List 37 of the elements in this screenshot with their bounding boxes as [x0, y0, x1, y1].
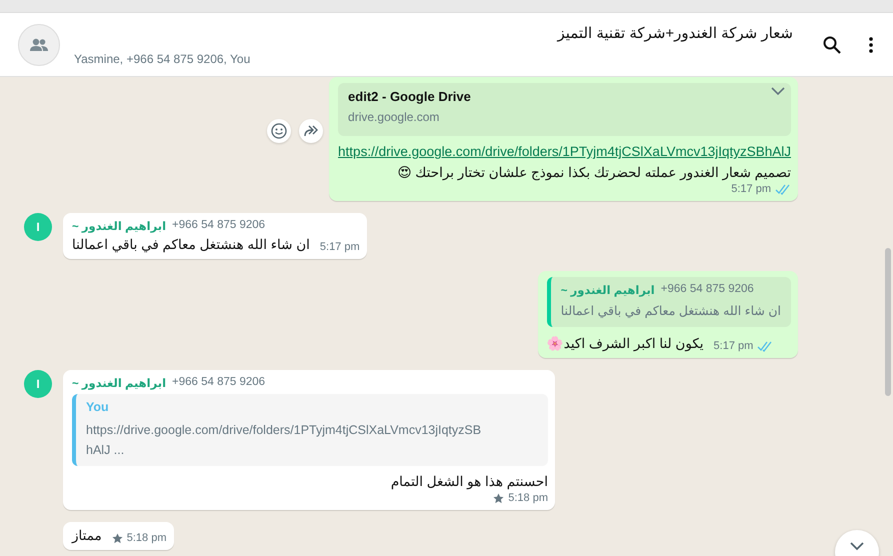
message-text: ان شاء الله هنشتغل معاكم في باقي اعمالنا [72, 237, 310, 253]
quote-author: You [86, 400, 110, 414]
group-avatar[interactable] [18, 24, 60, 66]
group-icon [29, 38, 49, 52]
message-text: ممتاز [72, 528, 102, 544]
message-time: 5:17 pm [714, 340, 754, 352]
message-time: 5:17 pm [320, 241, 360, 253]
chevron-down-icon[interactable] [771, 87, 785, 96]
emoji-button[interactable] [267, 119, 292, 143]
sender-phone: +966 54 875 9206 [172, 219, 266, 233]
sender-name: ~ ابراهيم الغندور [72, 377, 166, 390]
quote-text: ان شاء الله هنشتغل معاكم في باقي اعمالنا [560, 303, 781, 320]
message-time: 5:17 pm [731, 183, 771, 195]
search-icon[interactable] [823, 36, 841, 54]
message-text: تصميم شعار الغندور عملته لحضرتك بكذا نموذج علشان تختار براحتك 😍 [396, 165, 791, 181]
quote-author: ~ ابراهيم الغندور [560, 284, 655, 297]
menu-icon[interactable] [869, 36, 873, 52]
chat-title: شعار شركة الغندور+شركة تقنية التميز [557, 24, 793, 42]
message-text: يكون لنا اكبر الشرف اكيد🌸 [546, 335, 704, 352]
preview-title: edit2 - Google Drive [348, 89, 471, 104]
message-time: 5:18 pm [126, 532, 166, 544]
quoted-message[interactable]: You https://drive.google.com/drive/folders/1PTyjm4tjCSlXaLVmcv13jIqtyzSBhAlJ ... [72, 394, 548, 466]
sender-name: ~ ابراهيم الغندور [72, 220, 166, 233]
drive-link[interactable]: https://drive.google.com/drive/folders/1PTyjm4tjCSlXaLVmcv13jIqtyzSBhAlJ [338, 144, 791, 159]
forward-button[interactable] [299, 119, 324, 143]
link-preview[interactable]: edit2 - Google Drive drive.google.com [338, 83, 791, 136]
message-text: احسنتم هذا هو الشغل التمام [390, 474, 548, 490]
smiley-icon [271, 123, 288, 139]
forward-icon [303, 124, 320, 138]
quote-text: https://drive.google.com/drive/folders/1PTyjm4tjCSlXaLVmcv13jIqtyzSBhAlJ ... [86, 422, 482, 459]
chevron-down-icon [850, 542, 864, 551]
message-time: 5:18 pm [508, 492, 548, 504]
participants: Yasmine, +966 54 875 9206, You [74, 52, 252, 66]
quote-phone: +966 54 875 9206 [660, 283, 754, 297]
sender-phone: +966 54 875 9206 [172, 376, 266, 390]
preview-domain: drive.google.com [348, 110, 440, 124]
scrollbar-thumb[interactable] [885, 248, 891, 396]
